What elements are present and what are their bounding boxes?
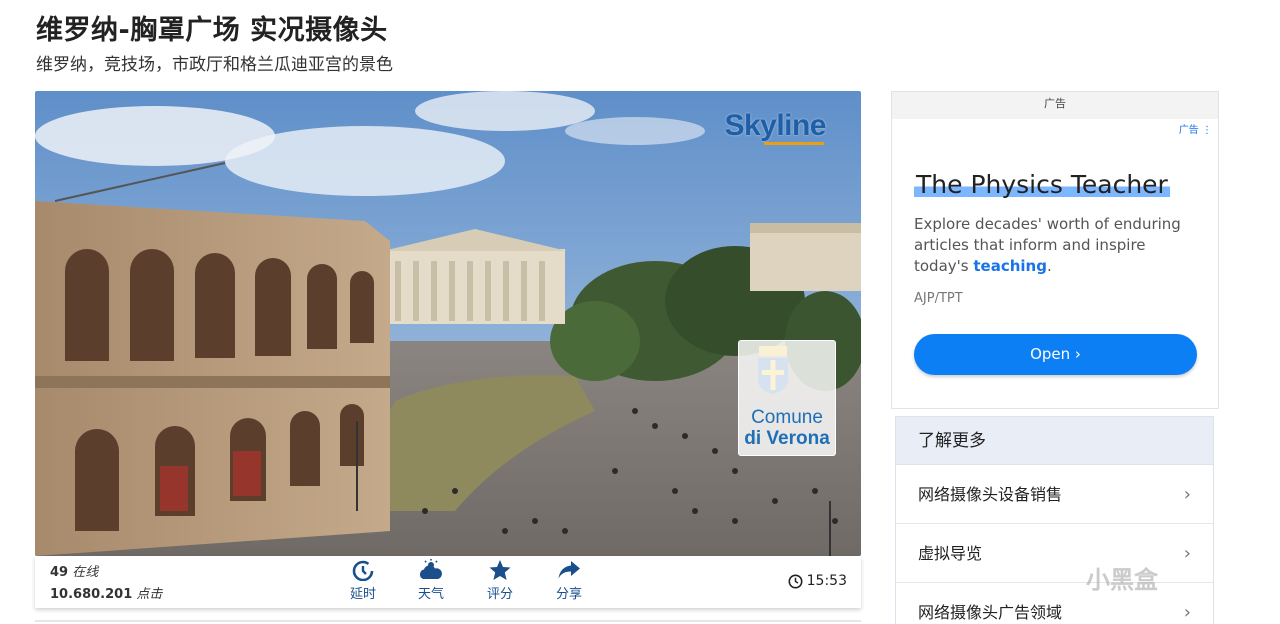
chevron-right-icon: › <box>1183 543 1191 564</box>
webcam-image <box>35 91 861 556</box>
watermark: 小黑盒 <box>1086 566 1158 594</box>
webcam-view[interactable]: Skyline Comune di Verona <box>35 91 861 556</box>
comune-di-verona-badge: Comune di Verona <box>738 340 836 456</box>
rating-button[interactable]: 评分 <box>470 559 530 602</box>
comune-badge-line2: di Verona <box>744 428 830 449</box>
ad-description: Explore decades' worth of enduring artic… <box>914 214 1204 277</box>
clock-icon <box>788 574 803 588</box>
share-icon <box>558 561 580 579</box>
learn-more-item-label: 网络摄像头设备销售 <box>918 485 1063 504</box>
share-label: 分享 <box>555 587 582 602</box>
timelapse-button[interactable]: 延时 <box>333 559 393 602</box>
skyline-logo: Skyline <box>724 109 826 142</box>
learn-more-panel: 了解更多 网络摄像头设备销售 › 虚拟导览 › 网络摄像头广告领域 › <box>895 416 1214 624</box>
learn-more-item-virtual-tour[interactable]: 虚拟导览 › <box>896 524 1213 583</box>
weather-icon <box>419 559 442 579</box>
page-title: 维罗纳-胸罩广场 实况摄像头 <box>36 15 388 46</box>
timelapse-label: 延时 <box>349 587 376 602</box>
ad-open-button[interactable]: Open › <box>914 334 1197 375</box>
webcam-toolbar: 49 在线 10.680.201 点击 延时 天气 评分 分享 15:53 <box>35 556 861 608</box>
ad-desc-highlight: teaching <box>973 257 1047 275</box>
ad-choices-tag[interactable]: 广告 ⋮ <box>1179 121 1212 136</box>
rating-label: 评分 <box>486 587 513 602</box>
ad-panel[interactable]: 广告 广告 ⋮ The Physics Teacher Explore deca… <box>891 91 1219 409</box>
star-icon <box>489 560 511 580</box>
ad-title[interactable]: The Physics Teacher <box>914 170 1170 200</box>
skyline-logo-underline <box>764 142 824 145</box>
ad-desc-end: . <box>1046 257 1052 275</box>
ad-header: 广告 <box>892 92 1218 119</box>
learn-more-item-label: 虚拟导览 <box>918 544 983 563</box>
chevron-right-icon: › <box>1183 602 1191 623</box>
weather-button[interactable]: 天气 <box>401 559 461 602</box>
comune-badge-line1: Comune <box>751 407 823 428</box>
chevron-right-icon: › <box>1183 484 1191 505</box>
clicks-label: 点击 <box>136 587 163 602</box>
learn-more-item-label: 网络摄像头广告领域 <box>918 603 1063 622</box>
learn-more-item-advertising[interactable]: 网络摄像头广告领域 › <box>896 583 1213 624</box>
learn-more-item-webcam-sales[interactable]: 网络摄像头设备销售 › <box>896 465 1213 524</box>
weather-label: 天气 <box>417 587 444 602</box>
ad-source: AJP/TPT <box>914 291 963 306</box>
clock: 15:53 <box>788 573 847 589</box>
online-label: 在线 <box>72 565 99 580</box>
clicks-count: 10.680.201 <box>50 587 133 602</box>
share-button[interactable]: 分享 <box>539 559 599 602</box>
online-count: 49 <box>50 565 69 580</box>
page-subtitle: 维罗纳，竞技场，市政厅和格兰瓜迪亚宫的景色 <box>36 55 393 75</box>
divider <box>35 620 861 622</box>
online-stat: 49 在线 <box>50 561 98 580</box>
learn-more-title: 了解更多 <box>896 417 1213 465</box>
clicks-stat: 10.680.201 点击 <box>50 583 162 602</box>
clock-time: 15:53 <box>806 573 847 589</box>
timelapse-icon <box>352 560 374 581</box>
